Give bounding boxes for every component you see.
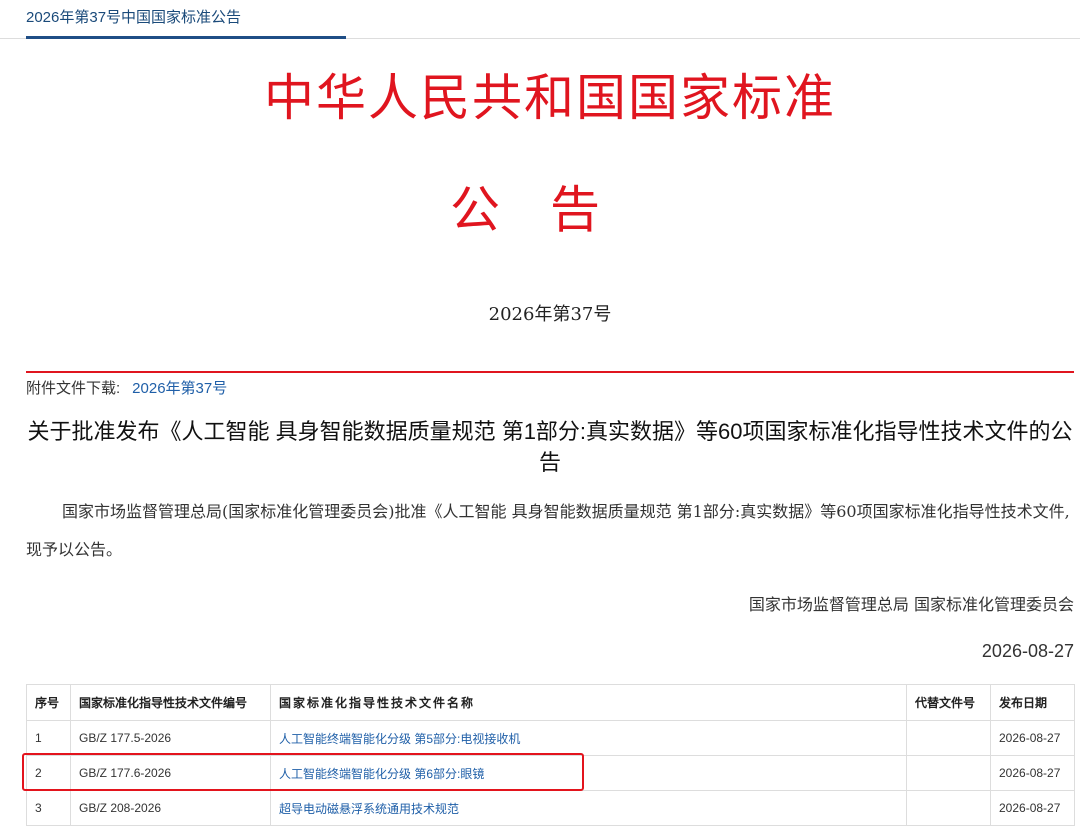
cell-name: 超导电动磁悬浮系统通用技术规范	[270, 790, 907, 826]
header-tab-title[interactable]: 2026年第37号中国国家标准公告	[26, 6, 241, 27]
table-header-row: 序号 国家标准化指导性技术文件编号 国家标准化指导性技术文件名称 代替文件号 发…	[26, 684, 1075, 721]
standard-name-link[interactable]: 人工智能终端智能化分级 第5部分:电视接收机	[279, 732, 520, 746]
highlight-annotation-box	[22, 753, 584, 791]
attachment-row: 附件文件下载: 2026年第37号	[26, 377, 227, 398]
table-row: 3 GB/Z 208-2026 超导电动磁悬浮系统通用技术规范 2026-08-…	[26, 790, 1075, 826]
cell-seq: 1	[26, 720, 71, 756]
header-tab-bar: 2026年第37号中国国家标准公告	[0, 0, 1080, 39]
header-pub-date: 发布日期	[990, 684, 1075, 721]
table-row: 1 GB/Z 177.5-2026 人工智能终端智能化分级 第5部分:电视接收机…	[26, 720, 1075, 756]
cell-pub-date: 2026-08-27	[990, 790, 1075, 826]
header-replaces: 代替文件号	[906, 684, 991, 721]
red-divider	[26, 371, 1074, 373]
document-title: 关于批准发布《人工智能 具身智能数据质量规范 第1部分:真实数据》等60项国家标…	[27, 419, 1073, 475]
cell-seq: 3	[26, 790, 71, 826]
cell-replaces	[906, 790, 991, 826]
cell-replaces	[906, 755, 991, 791]
header-seq: 序号	[26, 684, 71, 721]
cell-pub-date: 2026-08-27	[990, 755, 1075, 791]
issuer-signature: 国家市场监督管理总局 国家标准化管理委员会	[748, 595, 1074, 614]
cell-name: 人工智能终端智能化分级 第5部分:电视接收机	[270, 720, 907, 756]
announcement-sub-title: 公告	[450, 181, 650, 239]
header-name: 国家标准化指导性技术文件名称	[270, 684, 907, 721]
standard-name-link[interactable]: 超导电动磁悬浮系统通用技术规范	[279, 802, 459, 816]
attachment-label: 附件文件下载:	[26, 380, 121, 397]
cell-code: GB/Z 177.5-2026	[70, 720, 271, 756]
tab-active-underline	[26, 36, 346, 39]
cell-pub-date: 2026-08-27	[990, 720, 1075, 756]
header-code: 国家标准化指导性技术文件编号	[70, 684, 271, 721]
attachment-download-link[interactable]: 2026年第37号	[132, 380, 227, 397]
announcement-body: 国家市场监督管理总局(国家标准化管理委员会)批准《人工智能 具身智能数据质量规范…	[26, 502, 1070, 559]
announcement-date: 2026-08-27	[981, 641, 1074, 661]
announcement-main-title: 中华人民共和国国家标准	[264, 69, 836, 127]
cell-code: GB/Z 208-2026	[70, 790, 271, 826]
cell-replaces	[906, 720, 991, 756]
issue-number: 2026年第37号	[488, 304, 612, 325]
